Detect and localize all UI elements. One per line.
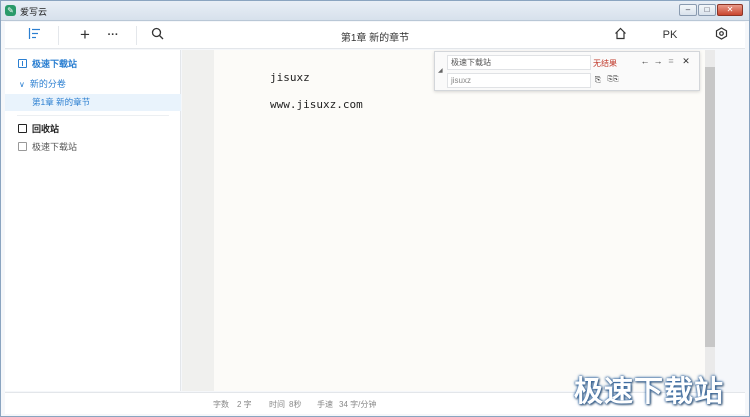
trash-title: 回收站: [32, 124, 60, 134]
more-icon[interactable]: ···: [103, 27, 123, 43]
replace-all-icon[interactable]: ⎘⎘: [606, 74, 620, 85]
window-title: 爱写云: [20, 7, 48, 17]
pk-button[interactable]: PK: [659, 27, 681, 43]
find-next-icon[interactable]: →: [653, 56, 663, 67]
find-replace-panel: ◢ 极速下载站 jisuxz 无结果 ← → ≡ ✕ ⎘ ⎘⎘: [434, 51, 700, 91]
sidebar-item-volume[interactable]: ∨ 新的分卷: [5, 76, 181, 93]
search-glyph: [151, 27, 163, 40]
speed-value: 34 字/分钟: [339, 400, 377, 409]
word-count-label: 字数: [213, 400, 229, 409]
book-title: 极速下载站: [32, 59, 78, 69]
window-controls: – □ ✕: [679, 4, 743, 16]
find-input[interactable]: 极速下载站: [447, 55, 591, 70]
app-window: ✎ 爱写云 – □ ✕ + ··· 第1章 新的章节 PK 极速下载站 ∨ 新的…: [0, 0, 750, 417]
word-count-value: 2 字: [237, 400, 252, 409]
home-glyph: [614, 27, 626, 40]
sidebar-item-book[interactable]: 极速下载站: [5, 56, 181, 73]
time-value: 8秒: [289, 400, 302, 409]
toolbar-divider: [136, 26, 137, 45]
close-button[interactable]: ✕: [717, 4, 743, 16]
replace-toggle-icon[interactable]: ◢: [438, 67, 443, 74]
toolbar-divider: [58, 26, 59, 45]
add-icon[interactable]: +: [75, 26, 95, 43]
volume-title: 新的分卷: [29, 79, 66, 89]
main-toolbar: + ··· 第1章 新的章节 PK: [5, 22, 745, 49]
chevron-down-icon[interactable]: ∨: [19, 76, 25, 93]
find-result-status: 无结果: [593, 59, 617, 68]
sidebar-item-trash[interactable]: 回收站: [5, 121, 181, 138]
settings-icon[interactable]: [711, 27, 731, 43]
editor-scrollbar-thumb[interactable]: [705, 67, 715, 347]
app-logo-icon: ✎: [5, 5, 16, 16]
find-options-icon[interactable]: ≡: [666, 56, 676, 67]
book-icon: [18, 59, 27, 68]
document-icon: [18, 142, 27, 151]
trash-icon: [18, 124, 27, 133]
time-label: 时间: [269, 400, 285, 409]
title-bar: ✎ 爱写云 – □ ✕: [1, 1, 749, 21]
sidebar-item-chapter[interactable]: 第1章 新的章节: [5, 94, 181, 111]
home-icon[interactable]: [610, 27, 630, 43]
minimize-button[interactable]: –: [679, 4, 697, 16]
site-watermark: 极速下载站: [574, 374, 725, 408]
editor-line[interactable]: www.jisuxz.com: [270, 98, 363, 111]
trash-entry-title: 极速下载站: [32, 142, 78, 152]
sidebar-divider: [17, 115, 169, 116]
replace-input[interactable]: jisuxz: [447, 73, 591, 88]
replace-one-icon[interactable]: ⎘: [593, 74, 603, 85]
settings-glyph: [715, 27, 727, 40]
current-chapter-title: 第1章 新的章节: [340, 33, 410, 44]
outline-toggle-icon[interactable]: [24, 27, 44, 43]
find-previous-icon[interactable]: ←: [640, 56, 650, 67]
maximize-button[interactable]: □: [698, 4, 716, 16]
outline-glyph: [28, 28, 40, 39]
search-icon[interactable]: [147, 27, 167, 43]
book-tree-sidebar: 极速下载站 ∨ 新的分卷 第1章 新的章节 回收站 极速下载站: [5, 50, 181, 391]
find-close-icon[interactable]: ✕: [681, 56, 691, 67]
editor-line[interactable]: jisuxz: [270, 71, 310, 84]
speed-label: 手速: [317, 400, 333, 409]
sidebar-item-trash-entry[interactable]: 极速下载站: [5, 139, 181, 156]
